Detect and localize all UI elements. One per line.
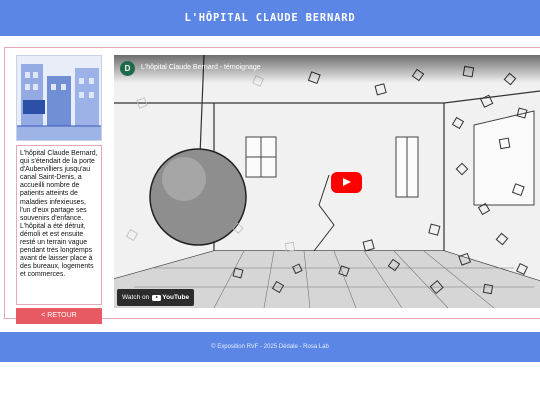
play-button[interactable] (331, 172, 362, 193)
thumbnail-image (16, 55, 102, 141)
footer-text: © Exposition RVF - 2025 Dédale - Rosa La… (211, 344, 329, 350)
video-thumbnail-scene (114, 55, 540, 308)
page-header: L'HÔPITAL CLAUDE BERNARD (0, 0, 540, 36)
play-icon (343, 178, 351, 186)
description-box: L'hôpital Claude Bernard, qui s'étendait… (16, 145, 102, 305)
page-title: L'HÔPITAL CLAUDE BERNARD (184, 12, 356, 24)
back-button[interactable]: < RETOUR (16, 308, 102, 324)
watch-on-youtube-button[interactable]: Watch on YouTube (117, 289, 195, 306)
youtube-logo-icon: YouTube (152, 294, 189, 301)
video-player[interactable]: D L'hôpital Claude Bernard - témoignage … (114, 55, 540, 308)
page-footer: © Exposition RVF - 2025 Dédale - Rosa La… (0, 332, 540, 362)
sidebar: L'hôpital Claude Bernard, qui s'étendait… (16, 55, 102, 324)
building-illustration-icon (17, 56, 101, 140)
youtube-label: YouTube (162, 294, 190, 301)
channel-avatar[interactable]: D (120, 61, 135, 76)
description-text: L'hôpital Claude Bernard, qui s'étendait… (20, 150, 98, 279)
watch-on-label: Watch on (122, 294, 150, 301)
video-title[interactable]: L'hôpital Claude Bernard - témoignage (141, 64, 261, 71)
